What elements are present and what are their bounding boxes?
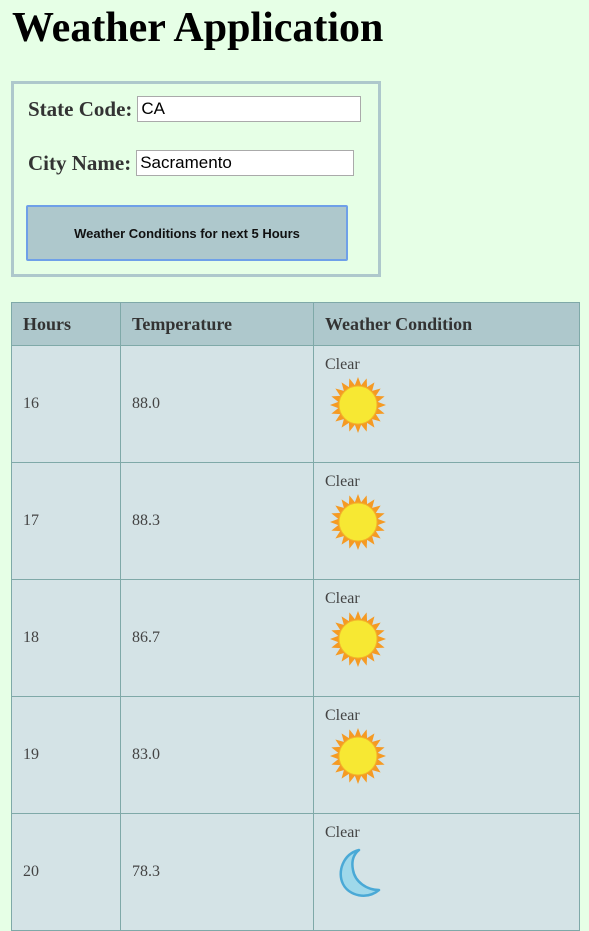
weather-table: Hours Temperature Weather Condition 16 88… bbox=[11, 302, 580, 931]
condition-cell: Clear bbox=[313, 813, 580, 931]
temperature-cell: 83.0 bbox=[120, 696, 314, 814]
weather-conditions-button[interactable]: Weather Conditions for next 5 Hours bbox=[26, 205, 348, 261]
condition-cell: Clear bbox=[313, 696, 580, 814]
header-weather-condition: Weather Condition bbox=[313, 302, 580, 346]
table-row: 19 83.0 Clear bbox=[11, 696, 580, 814]
state-code-input[interactable] bbox=[137, 96, 362, 122]
condition-label: Clear bbox=[325, 824, 360, 841]
sun-icon bbox=[329, 493, 387, 551]
condition-cell: Clear bbox=[313, 462, 580, 580]
table-row: 18 86.7 Clear bbox=[11, 579, 580, 697]
condition-label: Clear bbox=[325, 590, 360, 607]
temperature-cell: 78.3 bbox=[120, 813, 314, 931]
moon-icon bbox=[329, 844, 387, 902]
temperature-cell: 86.7 bbox=[120, 579, 314, 697]
temperature-cell: 88.0 bbox=[120, 345, 314, 463]
table-row: 20 78.3 Clear bbox=[11, 813, 580, 931]
header-temperature: Temperature bbox=[120, 302, 314, 346]
city-name-input[interactable] bbox=[136, 150, 355, 176]
table-row: 17 88.3 Clear bbox=[11, 462, 580, 580]
table-body: 16 88.0 Clear 17 88.3 Clear 18 86.7 Clear 19 83.0 C… bbox=[11, 345, 580, 931]
city-row: City Name: bbox=[28, 150, 355, 176]
state-code-label: State Code: bbox=[28, 96, 133, 121]
hour-cell: 20 bbox=[11, 813, 121, 931]
table-row: 16 88.0 Clear bbox=[11, 345, 580, 463]
city-name-label: City Name: bbox=[28, 150, 132, 175]
hour-cell: 19 bbox=[11, 696, 121, 814]
condition-cell: Clear bbox=[313, 345, 580, 463]
hour-cell: 18 bbox=[11, 579, 121, 697]
condition-cell: Clear bbox=[313, 579, 580, 697]
hour-cell: 16 bbox=[11, 345, 121, 463]
hour-cell: 17 bbox=[11, 462, 121, 580]
table-header-row: Hours Temperature Weather Condition bbox=[11, 302, 580, 346]
sun-icon bbox=[329, 727, 387, 785]
page-title: Weather Application bbox=[12, 5, 384, 51]
search-form: State Code: City Name: Weather Condition… bbox=[11, 81, 381, 277]
condition-label: Clear bbox=[325, 473, 360, 490]
condition-label: Clear bbox=[325, 707, 360, 724]
header-hours: Hours bbox=[11, 302, 121, 346]
sun-icon bbox=[329, 376, 387, 434]
condition-label: Clear bbox=[325, 356, 360, 373]
sun-icon bbox=[329, 610, 387, 668]
temperature-cell: 88.3 bbox=[120, 462, 314, 580]
state-row: State Code: bbox=[28, 96, 362, 122]
